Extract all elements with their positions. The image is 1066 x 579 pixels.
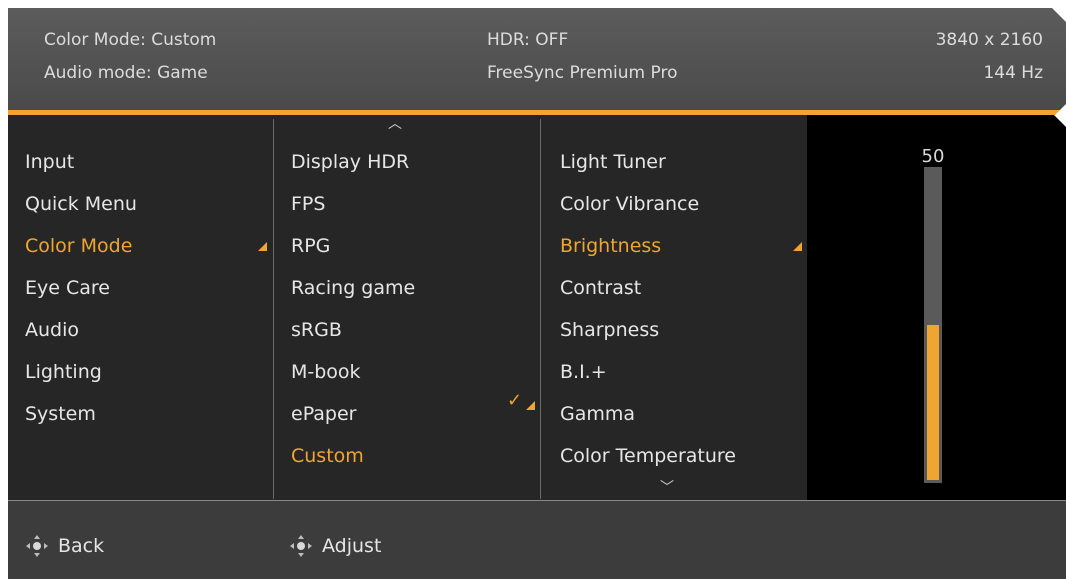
resolution-status: 3840 x 2160 (935, 30, 1043, 50)
color-mode-epaper[interactable]: ePaper (291, 403, 357, 425)
freesync-status: FreeSync Premium Pro (487, 63, 678, 83)
menu-item-system[interactable]: System (25, 403, 96, 425)
setting-light-tuner[interactable]: Light Tuner (560, 151, 666, 173)
submenu-triangle-icon (258, 242, 267, 251)
setting-contrast[interactable]: Contrast (560, 277, 641, 299)
setting-bi-plus[interactable]: B.I.+ (560, 361, 607, 383)
back-label: Back (58, 535, 105, 557)
chevron-up-icon[interactable]: ︿ (388, 113, 402, 133)
checkmark-icon: ✓ (507, 390, 523, 411)
menu-item-color-mode[interactable]: Color Mode (25, 235, 132, 257)
menu-item-lighting[interactable]: Lighting (25, 361, 102, 383)
joystick-icon (26, 535, 48, 557)
menu-item-quick-menu[interactable]: Quick Menu (25, 193, 137, 215)
menu-panel: Input Quick Menu Color Mode Eye Care Aud… (8, 115, 1066, 500)
setting-brightness[interactable]: Brightness (560, 235, 661, 257)
color-mode-status: Color Mode: Custom (44, 30, 217, 50)
setting-gamma[interactable]: Gamma (560, 403, 635, 425)
color-mode-racing-game[interactable]: Racing game (291, 277, 415, 299)
setting-color-vibrance[interactable]: Color Vibrance (560, 193, 699, 215)
status-header: Color Mode: Custom Audio mode: Game HDR:… (8, 8, 1066, 110)
color-mode-fps[interactable]: FPS (291, 193, 325, 215)
column-divider (540, 119, 541, 499)
joystick-icon (290, 535, 312, 557)
brightness-value: 50 (921, 146, 945, 167)
color-mode-display-hdr[interactable]: Display HDR (291, 151, 409, 173)
refresh-rate-status: 144 Hz (983, 63, 1043, 83)
corner-cut (1054, 115, 1066, 127)
corner-cut (1052, 8, 1066, 22)
monitor-osd: Color Mode: Custom Audio mode: Game HDR:… (8, 8, 1066, 579)
slider-fill (927, 325, 939, 480)
column-divider (273, 119, 274, 499)
color-mode-srgb[interactable]: sRGB (291, 319, 342, 341)
menu-item-input[interactable]: Input (25, 151, 74, 173)
color-mode-custom[interactable]: Custom (291, 445, 364, 467)
submenu-triangle-icon (526, 401, 535, 410)
audio-mode-status: Audio mode: Game (44, 63, 208, 83)
menu-item-eye-care[interactable]: Eye Care (25, 277, 110, 299)
adjust-button[interactable]: Adjust (290, 535, 381, 557)
setting-color-temperature[interactable]: Color Temperature (560, 445, 736, 467)
hdr-status: HDR: OFF (487, 30, 569, 50)
color-mode-rpg[interactable]: RPG (291, 235, 330, 257)
footer-bar (8, 501, 1066, 579)
setting-sharpness[interactable]: Sharpness (560, 319, 659, 341)
submenu-triangle-icon (793, 242, 802, 251)
color-mode-m-book[interactable]: M-book (291, 361, 361, 383)
chevron-down-icon[interactable]: ﹀ (660, 477, 674, 497)
menu-item-audio[interactable]: Audio (25, 319, 79, 341)
adjust-label: Adjust (322, 535, 382, 557)
brightness-slider[interactable] (924, 167, 942, 483)
back-button[interactable]: Back (26, 535, 104, 557)
